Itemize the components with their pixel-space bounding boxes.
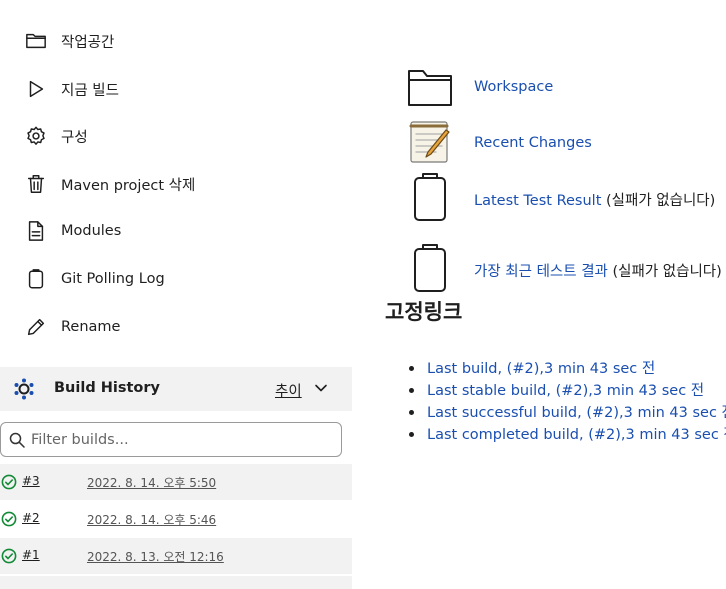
gear-icon [24,124,48,148]
clipboard-icon [414,244,446,292]
build-date-link[interactable]: 2022. 8. 13. 오전 12:16 [87,548,224,565]
task-git-polling-log[interactable]: Git Polling Log [0,259,352,299]
pencil-icon [24,315,48,339]
last-successful-build-link[interactable]: Last successful build, (#2),3 min 43 sec… [427,405,726,421]
task-configure[interactable]: 구성 [0,116,352,156]
latest-test-result-icon[interactable] [400,172,460,222]
task-label: Modules [61,223,122,239]
filter-builds-input[interactable] [31,429,331,451]
last-completed-build-link[interactable]: Last completed build, (#2),3 min 43 sec … [427,427,726,443]
build-date-link[interactable]: 2022. 8. 14. 오후 5:46 [87,511,216,528]
success-check-icon [1,474,17,490]
build-row: #3 2022. 8. 14. 오후 5:50 [0,464,352,500]
workspace-item: Workspace [474,79,553,95]
success-check-icon [1,548,17,564]
permalink-item: Last build, (#2),3 min 43 sec 전 [408,358,726,380]
permalinks-heading: 고정링크 [385,300,463,324]
recent-changes-link[interactable]: Recent Changes [474,135,592,151]
filter-builds-field[interactable] [0,422,342,457]
task-label: Git Polling Log [61,271,165,287]
notepad-icon [409,121,450,163]
build-history-title: Build History [54,380,160,396]
build-date-link[interactable]: 2022. 8. 14. 오후 5:50 [87,474,216,491]
task-rename[interactable]: Rename [0,307,352,347]
clipboard-icon [24,267,48,291]
build-row: #2 2022. 8. 14. 오후 5:46 [0,501,352,537]
permalink-item: Last successful build, (#2),3 min 43 sec… [408,402,726,424]
build-history-header: Build History 추이 [0,367,352,411]
task-label: 구성 [61,129,88,146]
recent-test-result-icon[interactable] [400,243,460,293]
recent-test-result-item: 가장 최근 테스트 결과 (실패가 없습니다) [474,260,722,281]
last-build-link[interactable]: Last build, (#2),3 min 43 sec 전 [427,361,655,377]
trend-link[interactable]: 추이 [275,380,302,401]
latest-test-result-note: (실패가 없습니다) [601,193,716,209]
workspace-link[interactable]: Workspace [474,79,553,95]
build-number-link[interactable]: #3 [22,474,40,488]
last-stable-build-link[interactable]: Last stable build, (#2),3 min 43 sec 전 [427,383,704,399]
task-label: 지금 빌드 [61,82,119,99]
task-workspace[interactable]: 작업공간 [0,21,352,61]
permalinks-list: Last build, (#2),3 min 43 sec 전 Last sta… [408,358,726,446]
task-label: Maven project 삭제 [61,177,196,194]
recent-test-result-note: (실패가 없습니다) [607,264,722,280]
folder-icon [408,70,452,106]
build-history-footer [0,576,352,589]
sidebar: 작업공간 지금 빌드 구성 Maven project 삭제 Modules G… [0,0,352,589]
workspace-icon[interactable] [400,63,460,113]
chevron-down-icon[interactable] [314,381,328,395]
trash-icon [24,172,48,196]
play-icon [24,77,48,101]
task-label: 작업공간 [61,34,115,51]
task-delete-project[interactable]: Maven project 삭제 [0,164,352,204]
recent-changes-icon[interactable] [400,116,460,166]
latest-test-result-link[interactable]: Latest Test Result [474,193,601,209]
task-label: Rename [61,319,121,335]
build-number-link[interactable]: #2 [22,511,40,525]
build-history-icon [14,378,34,400]
recent-changes-item: Recent Changes [474,135,592,151]
recent-test-result-link[interactable]: 가장 최근 테스트 결과 [474,264,608,280]
task-modules[interactable]: Modules [0,211,352,251]
document-icon [24,219,48,243]
clipboard-icon [414,173,446,221]
folder-icon [24,29,48,53]
search-icon [9,432,25,448]
build-number-link[interactable]: #1 [22,548,40,562]
task-build-now[interactable]: 지금 빌드 [0,69,352,109]
build-row: #1 2022. 8. 13. 오전 12:16 [0,538,352,574]
success-check-icon [1,511,17,527]
permalink-item: Last stable build, (#2),3 min 43 sec 전 [408,380,726,402]
latest-test-result-item: Latest Test Result (실패가 없습니다) [474,189,715,210]
permalink-item: Last completed build, (#2),3 min 43 sec … [408,424,726,446]
